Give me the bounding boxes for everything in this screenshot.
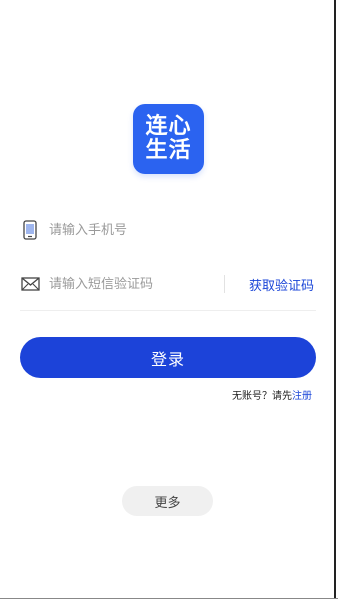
more-button[interactable]: 更多: [122, 486, 213, 516]
get-code-button[interactable]: 获取验证码: [230, 274, 314, 294]
sms-code-input[interactable]: [49, 274, 219, 294]
mail-icon: [20, 274, 40, 294]
code-divider: [224, 275, 225, 293]
code-row: 获取验证码: [20, 260, 316, 311]
register-prompt: 无账号？请先注册: [232, 390, 312, 404]
register-link[interactable]: 注册: [292, 391, 312, 402]
app-logo: 连心生活: [133, 104, 204, 174]
register-prompt-text: 无账号？请先: [232, 391, 292, 402]
phone-icon: [20, 220, 40, 240]
app-logo-text: 连心生活: [145, 114, 192, 163]
phone-row: [20, 206, 316, 256]
login-screen: 连心生活 获取验证码 登录 无账号？请先注册 更多: [0, 0, 338, 599]
right-edge-divider: [334, 0, 336, 599]
login-button[interactable]: 登录: [20, 337, 316, 378]
phone-input[interactable]: [49, 220, 219, 240]
